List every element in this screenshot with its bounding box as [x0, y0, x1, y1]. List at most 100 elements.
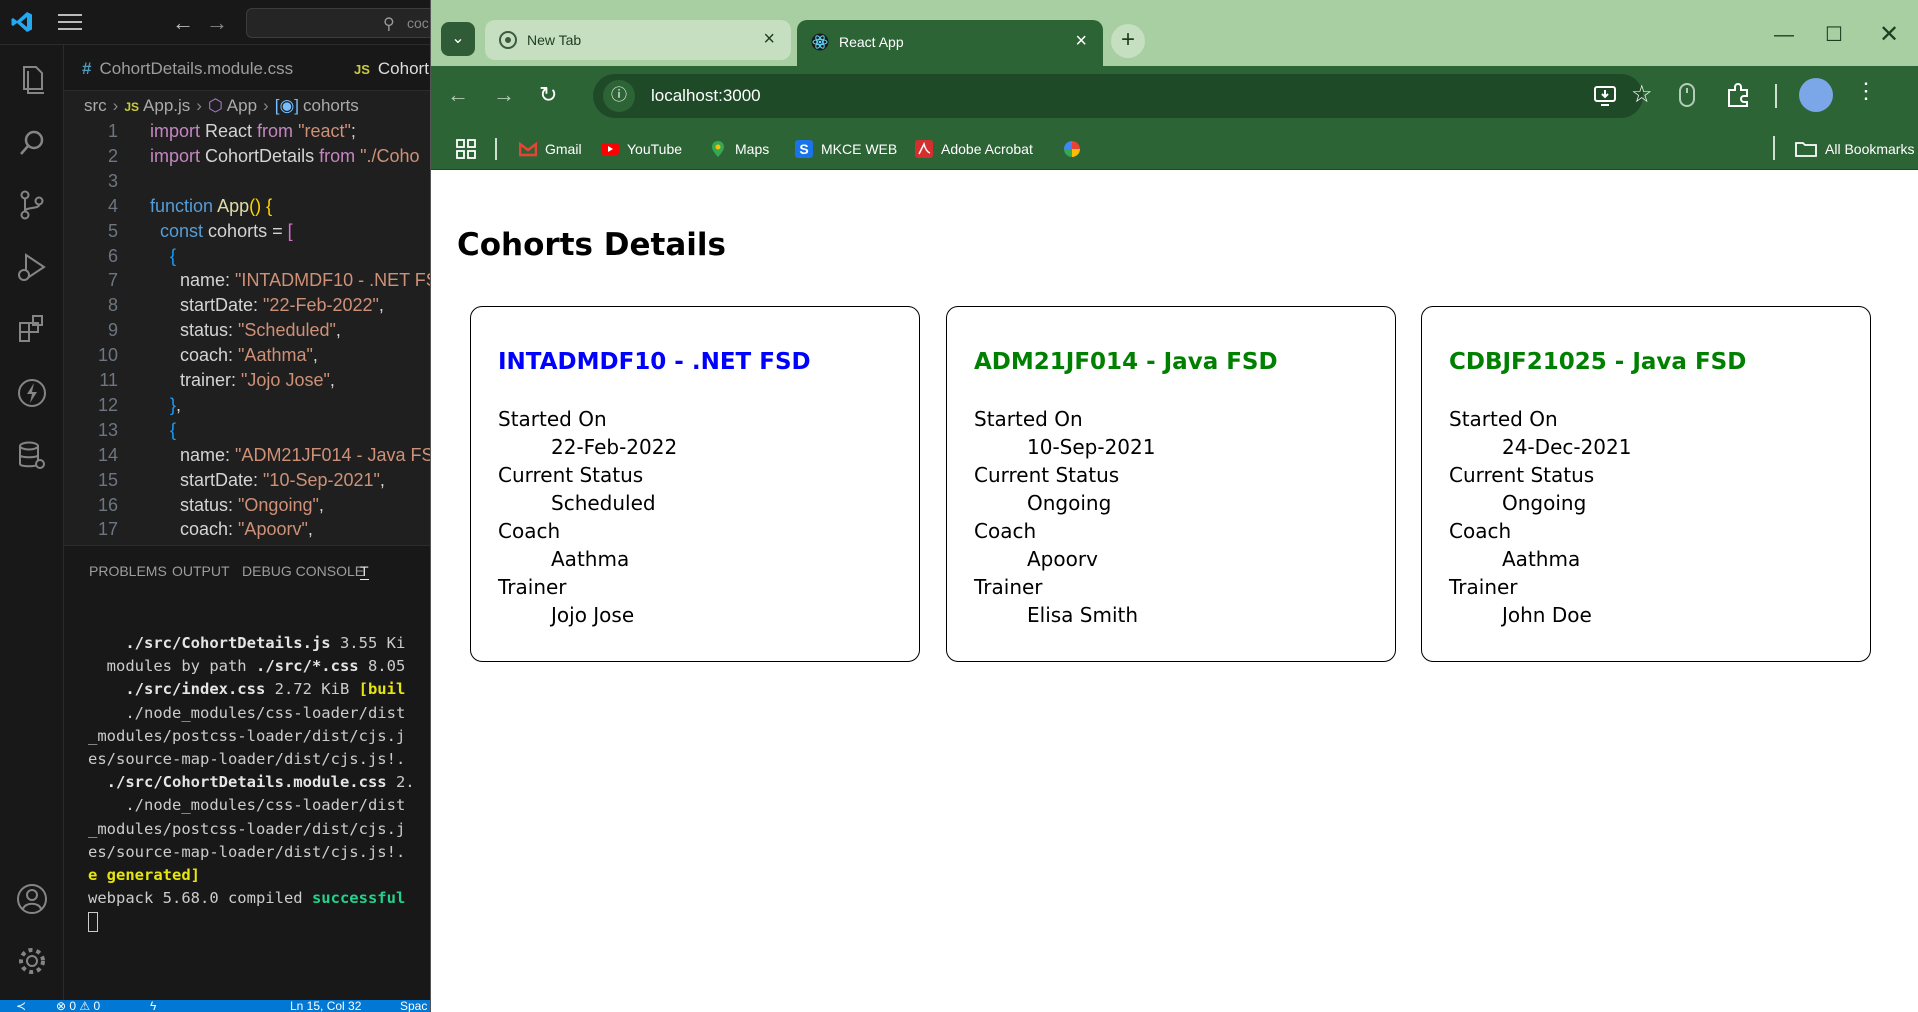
tab-search-chevron-icon[interactable]: ⌄ [441, 22, 475, 56]
code-line[interactable]: 9 status: "Scheduled", [64, 320, 430, 345]
tab-problems[interactable]: PROBLEMS [89, 563, 167, 579]
close-tab-icon[interactable]: × [1075, 30, 1087, 53]
back-arrow-icon[interactable]: ← [172, 10, 194, 36]
terminal-output[interactable]: ./src/CohortDetails.js 3.55 Ki modules b… [88, 632, 430, 934]
trainer-value: John Doe [1502, 603, 1592, 627]
status-value: Scheduled [551, 491, 656, 515]
tab-terminal[interactable]: T [360, 563, 369, 580]
terminal-cursor [88, 911, 98, 932]
back-arrow-icon[interactable]: ← [447, 82, 469, 108]
chrome-window: ⌄ New Tab × React App × + — ☐ ✕ ← → ↻ ⓘ … [430, 0, 1918, 1012]
code-text: name: "INTADMDF10 - .NET FS [150, 270, 430, 291]
breadcrumb[interactable]: src › JS App.js › ⬡ App › [◉] cohorts [84, 96, 359, 116]
more-vertical-icon[interactable]: ⋮ [1855, 78, 1877, 104]
command-center-search[interactable]: ⚲ coc [246, 8, 446, 38]
bookmark-star-icon[interactable]: ☆ [1631, 80, 1653, 109]
breadcrumb-folder[interactable]: src [84, 96, 107, 115]
mouse-icon[interactable] [1679, 83, 1695, 107]
code-line[interactable]: 6 { [64, 246, 430, 271]
profile-avatar[interactable] [1799, 78, 1833, 112]
code-text: coach: "Aathma", [150, 345, 318, 366]
source-control-icon[interactable] [14, 187, 50, 223]
code-text: startDate: "10-Sep-2021", [150, 469, 385, 490]
site-info-icon[interactable]: ⓘ [603, 80, 635, 112]
trainer-value: Elisa Smith [1027, 603, 1139, 627]
extensions-icon[interactable] [14, 311, 50, 347]
settings-gear-icon[interactable] [14, 943, 50, 979]
code-text: }, [170, 394, 182, 415]
forward-arrow-icon[interactable]: → [206, 10, 228, 36]
reload-icon[interactable]: ↻ [539, 82, 557, 108]
new-tab-plus-icon[interactable]: + [1111, 24, 1145, 58]
remote-icon[interactable]: ≺ [16, 1000, 26, 1012]
activity-bar [0, 45, 64, 1000]
code-line[interactable]: 4 function App() { [64, 196, 430, 221]
css-file-icon: # [82, 59, 92, 78]
code-line[interactable]: 8 startDate: "22-Feb-2022", [64, 295, 430, 320]
code-line[interactable]: 1 import React from "react"; [64, 121, 430, 146]
code-line[interactable]: 17 coach: "Apoorv", [64, 519, 430, 541]
started-on-label: Started On [498, 407, 607, 431]
problems-count[interactable]: ⊗ 0 ⚠ 0 [56, 1000, 100, 1012]
cursor-position[interactable]: Ln 15, Col 32 [290, 1000, 361, 1012]
code-text: name: "ADM21JF014 - Java FSD [150, 444, 430, 465]
editor-tab-css[interactable]: # CohortDetails.module.css [82, 45, 293, 90]
run-debug-icon[interactable] [14, 249, 50, 285]
tab-react-app[interactable]: React App × [797, 20, 1103, 66]
close-window-icon[interactable]: ✕ [1879, 20, 1899, 49]
code-line[interactable]: 7 name: "INTADMDF10 - .NET FS [64, 270, 430, 295]
account-icon[interactable] [14, 881, 50, 917]
code-line[interactable]: 15 startDate: "10-Sep-2021", [64, 470, 430, 495]
code-line[interactable]: 5 const cohorts = [ [64, 221, 430, 246]
search-icon[interactable] [14, 125, 50, 161]
cohort-name: INTADMDF10 - .NET FSD [498, 349, 811, 375]
code-line[interactable]: 13 { [64, 420, 430, 445]
address-bar[interactable]: ⓘ localhost:3000 ☆ [593, 74, 1653, 118]
maps-pin-icon [712, 141, 724, 157]
code-line[interactable]: 2 import CohortDetails from "./Coho [64, 146, 430, 171]
tab-output[interactable]: OUTPUT [172, 563, 230, 579]
code-text: import React from "react"; [150, 121, 356, 141]
forward-arrow-icon[interactable]: → [493, 82, 515, 108]
status-value: Ongoing [1027, 491, 1112, 515]
trainer-label: Trainer [974, 575, 1043, 599]
tab-debug-console[interactable]: DEBUG CONSOLE [242, 563, 364, 579]
code-line[interactable]: 11 trainer: "Jojo Jose", [64, 370, 430, 395]
database-icon[interactable] [14, 437, 50, 473]
code-text: coach: "Apoorv", [150, 519, 313, 540]
editor-tab-js[interactable]: JS Cohort [354, 45, 429, 90]
cohort-card: ADM21JF014 - Java FSD Started On 10-Sep-… [946, 306, 1396, 662]
code-editor[interactable]: 1 import React from "react"; 2 import Cohor… [64, 121, 430, 541]
maximize-icon[interactable]: ☐ [1825, 22, 1843, 47]
current-status-label: Current Status [974, 463, 1120, 487]
menu-icon[interactable] [58, 13, 82, 31]
indentation[interactable]: Spac [400, 1000, 427, 1012]
chevron-right-icon: › [112, 96, 119, 115]
url-text[interactable]: localhost:3000 [651, 86, 761, 106]
breadcrumb-variable[interactable]: cohorts [303, 96, 359, 115]
lightning-icon[interactable] [14, 375, 50, 411]
page-viewport: Cohorts Details INTADMDF10 - .NET FSD St… [431, 171, 1918, 1012]
port-icon[interactable]: ϟ [150, 1000, 156, 1012]
tab-new-tab[interactable]: New Tab × [485, 20, 791, 60]
code-line[interactable]: 12 }, [64, 395, 430, 420]
line-number: 12 [97, 394, 118, 415]
breadcrumb-file[interactable]: App.js [143, 96, 190, 115]
close-tab-icon[interactable]: × [763, 28, 775, 51]
code-line[interactable]: 10 coach: "Aathma", [64, 345, 430, 370]
install-app-icon[interactable] [1593, 83, 1619, 109]
bottom-panel: PROBLEMS OUTPUT DEBUG CONSOLE T ./src/Co… [64, 545, 430, 1000]
coach-value: Aathma [1502, 547, 1581, 571]
all-bookmarks-label: All Bookmarks [1825, 141, 1915, 157]
react-icon [811, 33, 829, 51]
extensions-puzzle-icon[interactable] [1725, 82, 1751, 108]
code-line[interactable]: 3 [64, 171, 430, 196]
minimize-icon[interactable]: — [1774, 24, 1794, 47]
breadcrumb-function[interactable]: App [227, 96, 257, 115]
code-line[interactable]: 14 name: "ADM21JF014 - Java FSD [64, 445, 430, 470]
cohort-name: ADM21JF014 - Java FSD [974, 349, 1278, 375]
line-number: 3 [107, 170, 118, 191]
code-line[interactable]: 16 status: "Ongoing", [64, 495, 430, 520]
explorer-icon[interactable] [14, 61, 50, 97]
apps-grid-icon[interactable] [455, 138, 477, 160]
